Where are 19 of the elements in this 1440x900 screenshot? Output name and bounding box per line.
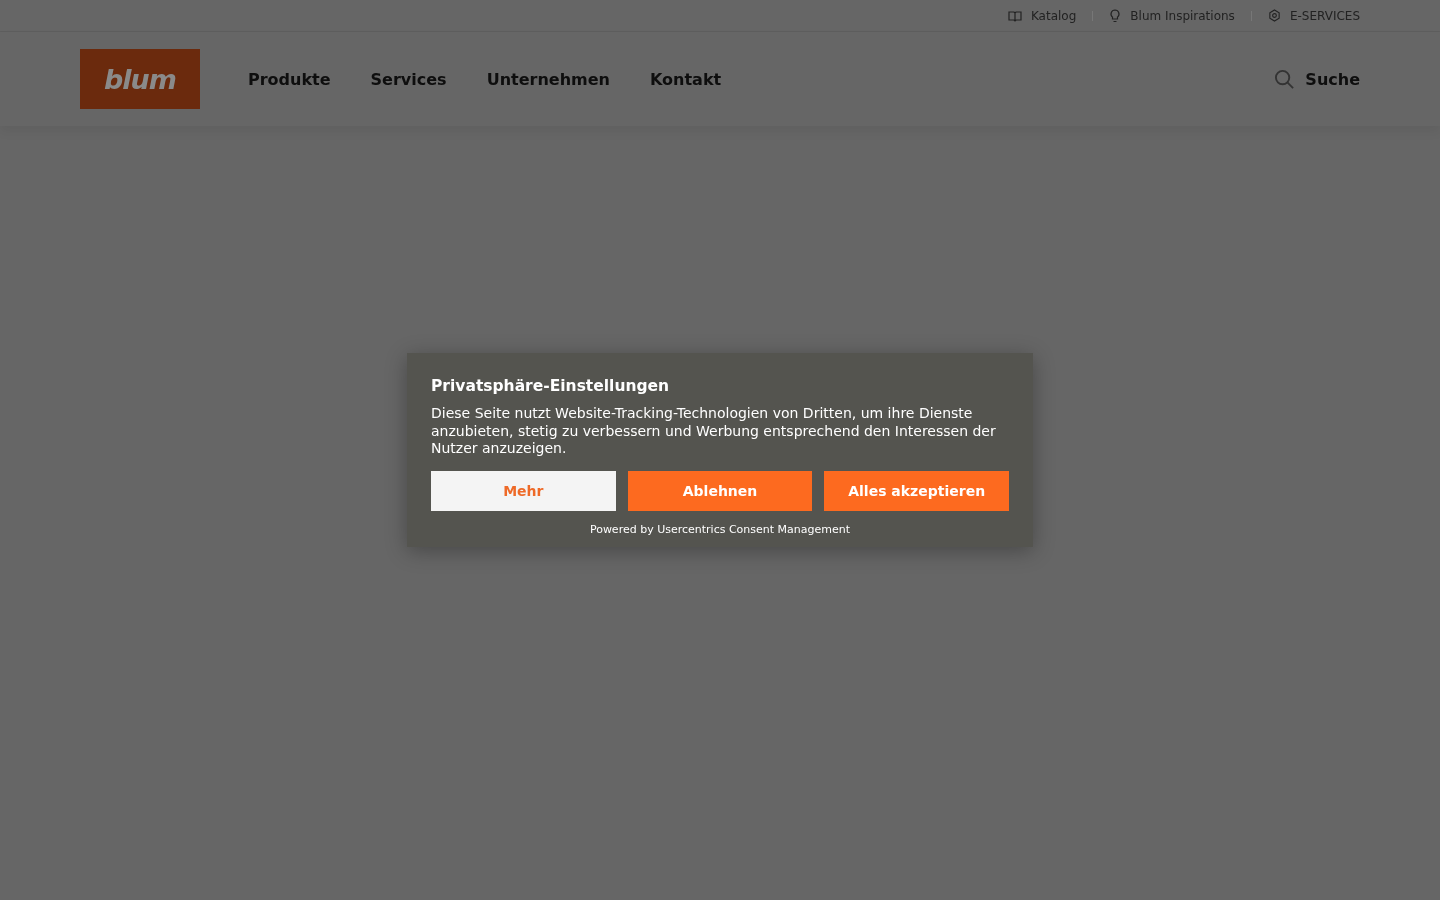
search-icon (1274, 68, 1296, 90)
consent-button[interactable]: Ablehnen (627, 470, 813, 511)
nav-link[interactable]: Produkte (248, 69, 331, 89)
utility-link[interactable]: E-SERVICES (1267, 8, 1360, 23)
utility-link[interactable]: Blum Inspirations (1109, 8, 1235, 23)
lightbulb-icon (1109, 8, 1122, 23)
consent-button[interactable]: Mehr (431, 470, 616, 511)
gear-icon (1267, 9, 1281, 22)
logo[interactable]: blum (80, 49, 200, 109)
consent-button[interactable]: Alles akzeptieren (824, 470, 1009, 511)
book-icon (1007, 9, 1022, 22)
dialog-title: Privatsphäre-Einstellungen (431, 377, 671, 395)
utility-link[interactable]: Katalog (1007, 8, 1077, 23)
dialog-text: Diese Seite nutzt Website-Tracking-Technologien von Dritten, um ihre Dienste anzubieten, stetig zu verbessern und Werbung entsprechend den Interessen der Nutzer anzuzeigen. (431, 405, 997, 458)
powered-by-text: Powered by Usercentrics Consent Management (588, 522, 852, 536)
search-button[interactable]: Suche (1274, 68, 1360, 90)
nav-link[interactable]: Services (370, 69, 447, 89)
nav-link[interactable]: Kontakt (649, 69, 722, 89)
nav-link[interactable]: Unternehmen (486, 69, 610, 89)
